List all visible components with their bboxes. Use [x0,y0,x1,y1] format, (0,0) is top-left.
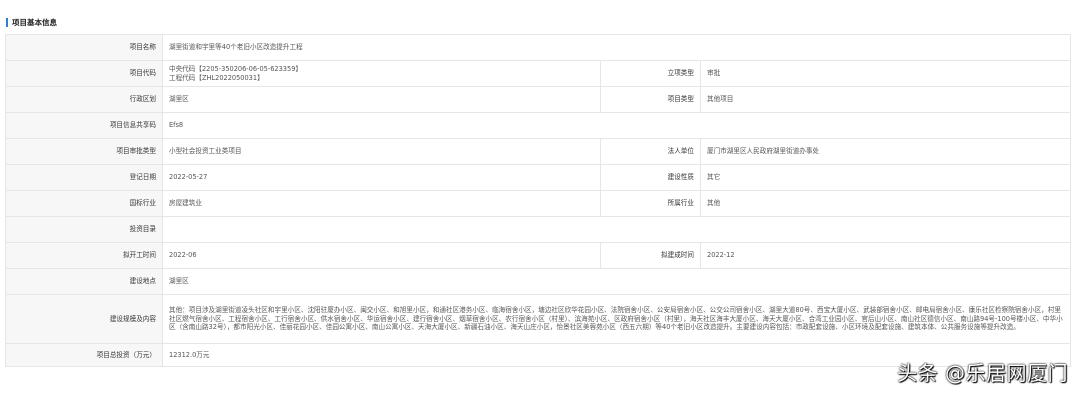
row-registration-date: 登记日期 2022-05-27 建设性质 其它 [5,164,1071,191]
label-completion-date: 拟建成时间 [600,242,701,269]
section-header: 项目基本信息 [6,15,57,29]
section-accent-bar [6,17,8,27]
value-approval-type: 审批 [700,60,1071,87]
label-legal-entity: 法人单位 [600,138,701,165]
row-scale-content: 建设规模及内容 其他：项目涉及湖里街道凌头社区和宇里小区、沈阳驻厦办小区、闽交小… [5,294,1071,344]
value-central-code: 中央代码【2205-350206-06-05-623359】 [169,64,302,73]
value-project-type: 其他项目 [700,86,1071,113]
row-schedule: 拟开工时间 2022-06 拟建成时间 2022-12 [5,242,1071,269]
value-legal-entity: 厦门市湖里区人民政府湖里街道办事处 [700,138,1071,165]
value-scale-content: 其他：项目涉及湖里街道凌头社区和宇里小区、沈阳驻厦办小区、闽交小区、和旭里小区，… [162,294,1071,344]
value-approval-category: 小型社会投资工业类项目 [162,138,601,165]
row-project-code: 项目代码 中央代码【2205-350206-06-05-623359】 工程代码… [5,60,1071,87]
row-industry: 国标行业 房屋建筑业 所属行业 其他 [5,190,1071,217]
row-project-name: 项目名称 湖里街道和宇里等40个老旧小区改造提升工程 [5,34,1071,61]
value-investment-catalog [162,216,1071,243]
value-project-name: 湖里街道和宇里等40个老旧小区改造提升工程 [162,34,1071,61]
label-location: 建设地点 [5,268,163,295]
value-start-date: 2022-06 [162,242,601,269]
section-title: 项目基本信息 [12,17,57,27]
label-project-code: 项目代码 [5,60,163,87]
label-project-type: 项目类型 [600,86,701,113]
value-region: 湖里区 [162,86,601,113]
value-location: 湖里区 [162,268,1071,295]
value-project-code: 中央代码【2205-350206-06-05-623359】 工程代码【ZHL2… [162,60,601,87]
label-approval-type: 立项类型 [600,60,701,87]
value-construction-nature: 其它 [700,164,1071,191]
label-total-investment: 项目总投资（万元） [5,343,163,367]
value-completion-date: 2022-12 [700,242,1071,269]
row-location: 建设地点 湖里区 [5,268,1071,295]
value-sector: 其他 [700,190,1071,217]
value-registration-date: 2022-05-27 [162,164,601,191]
row-approval-category: 项目审批类型 小型社会投资工业类项目 法人单位 厦门市湖里区人民政府湖里街道办事… [5,138,1071,165]
row-region: 行政区划 湖里区 项目类型 其他项目 [5,86,1071,113]
value-engineering-code: 工程代码【ZHL2022050031】 [169,73,264,82]
label-approval-category: 项目审批类型 [5,138,163,165]
label-start-date: 拟开工时间 [5,242,163,269]
label-investment-catalog: 投资目录 [5,216,163,243]
watermark-text: 头条 @乐居网厦门 [897,361,1068,385]
label-region: 行政区划 [5,86,163,113]
label-project-name: 项目名称 [5,34,163,61]
value-national-industry: 房屋建筑业 [162,190,601,217]
label-scale-content: 建设规模及内容 [5,294,163,344]
row-investment-catalog: 投资目录 [5,216,1071,243]
label-national-industry: 国标行业 [5,190,163,217]
label-share-code: 项目信息共享码 [5,112,163,139]
project-info-table: 项目名称 湖里街道和宇里等40个老旧小区改造提升工程 项目代码 中央代码【220… [5,34,1071,367]
label-sector: 所属行业 [600,190,701,217]
row-share-code: 项目信息共享码 Efs8 [5,112,1071,139]
label-registration-date: 登记日期 [5,164,163,191]
label-construction-nature: 建设性质 [600,164,701,191]
value-share-code: Efs8 [162,112,1071,139]
